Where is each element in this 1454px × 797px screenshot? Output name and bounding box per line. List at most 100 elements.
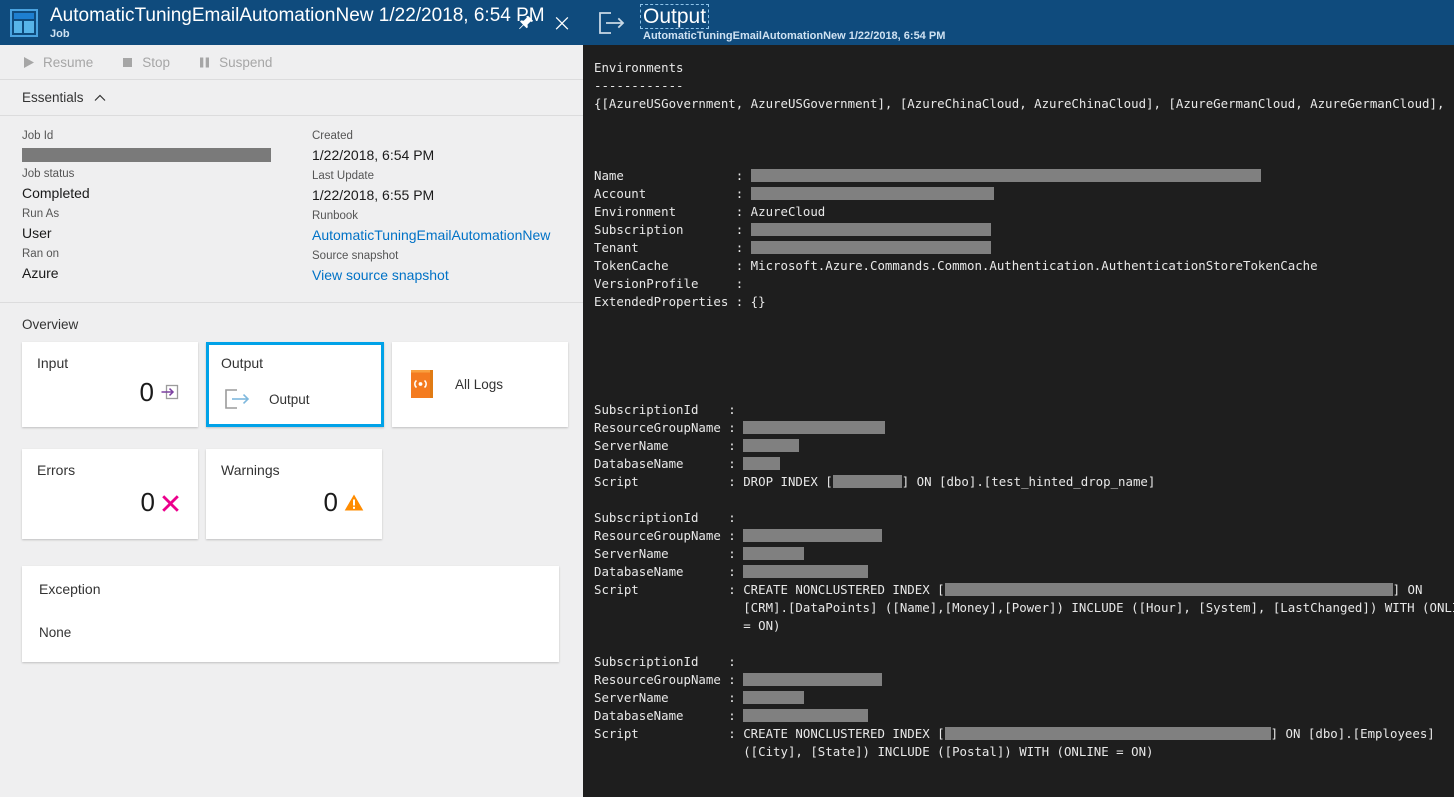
field-value: 1/22/2018, 6:55 PM — [312, 185, 558, 206]
redacted-job-id — [22, 148, 271, 162]
close-icon[interactable] — [553, 14, 571, 32]
redacted-value — [743, 547, 804, 560]
page-subtitle: Job — [50, 28, 517, 41]
console-line: Script : CREATE NONCLUSTERED INDEX [] ON — [594, 581, 1454, 599]
redacted-value — [945, 727, 1271, 740]
console-line: ------------ — [594, 77, 1454, 95]
field-value: Completed — [22, 183, 290, 204]
console-line — [594, 383, 1454, 401]
exception-title: Exception — [22, 566, 559, 597]
field-run-as: Run As User — [22, 206, 290, 244]
console-line: Tenant : — [594, 239, 1454, 257]
stop-button[interactable]: Stop — [121, 55, 170, 70]
field-job-status: Job status Completed — [22, 166, 290, 204]
redacted-value — [743, 421, 885, 434]
input-arrow-icon — [160, 382, 180, 402]
console-line: ResourceGroupName : — [594, 527, 1454, 545]
exception-value: None — [22, 597, 559, 640]
console-line: ExtendedProperties : {} — [594, 293, 1454, 311]
field-value: User — [22, 223, 290, 244]
field-last-update: Last Update 1/22/2018, 6:55 PM — [312, 168, 558, 206]
console-line: Subscription : — [594, 221, 1454, 239]
redacted-value — [833, 475, 902, 488]
tile-output-label: Output — [269, 392, 310, 407]
field-value: Azure — [22, 263, 290, 284]
tile-input-header: Input — [22, 342, 198, 371]
redacted-value — [743, 691, 804, 704]
tile-all-logs[interactable]: All Logs — [392, 342, 568, 427]
overview-tiles-row-2: Errors 0 Warnings 0 — [0, 427, 583, 539]
field-label: Job Id — [22, 128, 290, 145]
runbook-link[interactable]: AutomaticTuningEmailAutomationNew — [312, 225, 558, 246]
console-line: Environments — [594, 59, 1454, 77]
tile-errors-count: 0 — [141, 488, 155, 516]
console-line: TokenCache : Microsoft.Azure.Commands.Co… — [594, 257, 1454, 275]
tile-errors[interactable]: Errors 0 — [22, 449, 198, 539]
tile-output[interactable]: Output Output — [206, 342, 384, 427]
console-line: Script : CREATE NONCLUSTERED INDEX [] ON… — [594, 725, 1454, 743]
output-console[interactable]: Environments------------{[AzureUSGovernm… — [583, 45, 1454, 761]
suspend-button[interactable]: Suspend — [198, 55, 272, 70]
console-line: DatabaseName : — [594, 707, 1454, 725]
tile-warnings[interactable]: Warnings 0 — [206, 449, 382, 539]
pin-icon[interactable] — [517, 14, 535, 32]
console-line — [594, 131, 1454, 149]
console-line — [594, 149, 1454, 167]
tile-warnings-count: 0 — [324, 488, 338, 516]
output-blade: Output AutomaticTuningEmailAutomationNew… — [583, 0, 1454, 797]
console-line: SubscriptionId : — [594, 401, 1454, 419]
console-line: {[AzureUSGovernment, AzureUSGovernment],… — [594, 95, 1454, 113]
field-runbook: Runbook AutomaticTuningEmailAutomationNe… — [312, 208, 558, 246]
redacted-value — [743, 673, 882, 686]
overview-heading: Overview — [0, 303, 583, 342]
field-ran-on: Ran on Azure — [22, 246, 290, 284]
field-value: 1/22/2018, 6:54 PM — [312, 145, 558, 166]
console-line — [594, 113, 1454, 131]
warning-triangle-icon — [344, 493, 364, 512]
field-label: Created — [312, 128, 558, 145]
console-line: ServerName : — [594, 437, 1454, 455]
console-line — [594, 491, 1454, 509]
console-line: SubscriptionId : — [594, 653, 1454, 671]
output-blade-header: Output AutomaticTuningEmailAutomationNew… — [583, 0, 1454, 45]
console-line: = ON) — [594, 617, 1454, 635]
output-arrow-icon — [596, 10, 626, 36]
redacted-value — [743, 457, 780, 470]
error-x-icon — [161, 493, 180, 512]
resume-label: Resume — [43, 55, 93, 70]
chevron-up-icon — [94, 94, 106, 102]
tile-input-count: 0 — [140, 378, 154, 406]
console-line: Name : — [594, 167, 1454, 185]
exception-panel: Exception None — [22, 566, 559, 662]
essentials-toggle[interactable]: Essentials — [0, 80, 583, 116]
console-line: DatabaseName : — [594, 563, 1454, 581]
field-label: Runbook — [312, 208, 558, 225]
field-source-snapshot: Source snapshot View source snapshot — [312, 248, 558, 286]
field-label: Last Update — [312, 168, 558, 185]
console-line — [594, 635, 1454, 653]
redacted-value — [751, 241, 991, 254]
redacted-value — [751, 223, 991, 236]
redacted-value — [743, 529, 882, 542]
tile-output-header: Output — [206, 342, 384, 371]
output-page-title: Output — [640, 4, 709, 29]
blade-title-group: AutomaticTuningEmailAutomationNew 1/22/2… — [50, 5, 517, 41]
output-page-subtitle: AutomaticTuningEmailAutomationNew 1/22/2… — [640, 30, 945, 42]
view-source-snapshot-link[interactable]: View source snapshot — [312, 265, 558, 286]
console-line: Environment : AzureCloud — [594, 203, 1454, 221]
suspend-label: Suspend — [219, 55, 272, 70]
redacted-value — [751, 169, 1261, 182]
essentials-column-left: Job Id Job status Completed Run As User … — [22, 128, 290, 288]
field-job-id: Job Id — [22, 128, 290, 162]
stop-label: Stop — [142, 55, 170, 70]
console-line: Script : DROP INDEX [] ON [dbo].[test_hi… — [594, 473, 1454, 491]
console-line: SubscriptionId : — [594, 509, 1454, 527]
tile-input[interactable]: Input 0 — [22, 342, 198, 427]
redacted-value — [743, 439, 799, 452]
field-label: Ran on — [22, 246, 290, 263]
redacted-value — [743, 709, 868, 722]
tile-all-logs-label: All Logs — [455, 377, 503, 392]
resume-button[interactable]: Resume — [22, 55, 93, 70]
pause-icon — [198, 56, 211, 69]
console-line — [594, 329, 1454, 347]
